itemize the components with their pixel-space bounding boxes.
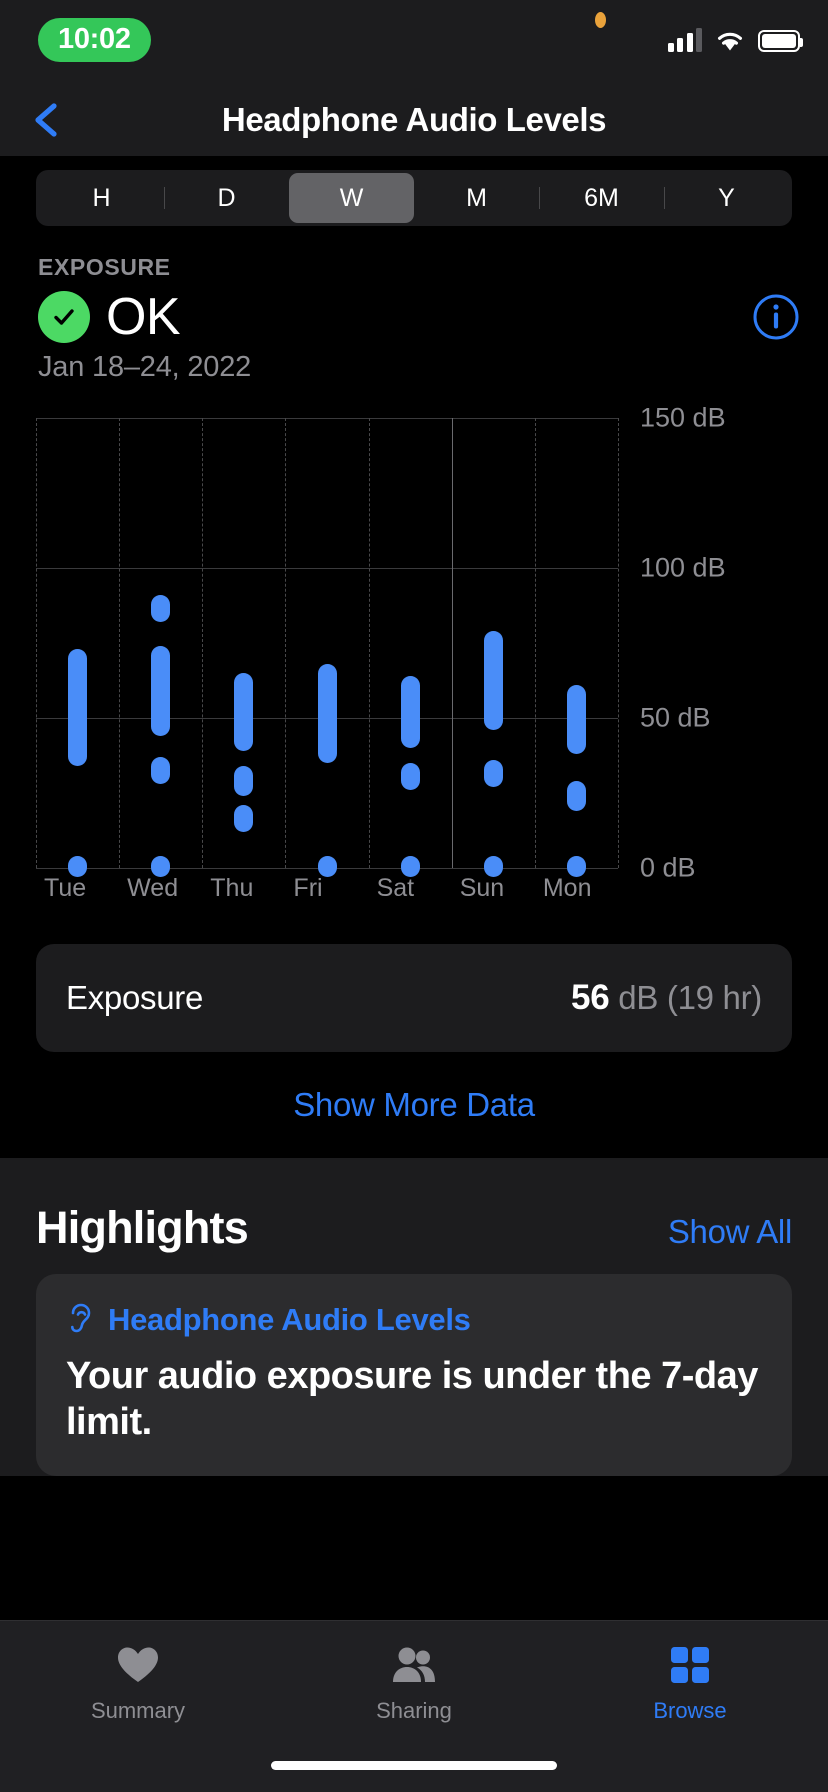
segment-six-month[interactable]: 6M [539,173,664,223]
chart-gridline [36,568,618,569]
exposure-status-value: OK [106,288,181,346]
ear-icon [66,1300,96,1339]
chart-bar [234,805,254,832]
tab-sharing-label: Sharing [376,1698,452,1723]
chart-day-divider [368,418,370,868]
chart-bar [151,595,171,622]
chart-day-divider [285,418,287,868]
time-range-segmented-control[interactable]: H D W M 6M Y [36,170,792,226]
exposure-card-value: 56 dB (19 hr) [571,978,762,1018]
chart-bar [566,685,586,754]
chart-bar [566,781,586,811]
chart-x-tick-label: Sat [376,874,415,902]
chart-y-tick-label: 150 dB [640,402,726,433]
segment-year[interactable]: Y [664,173,789,223]
cellular-signal-icon [667,28,702,52]
chart-day-divider [119,418,121,868]
chart-day-divider [202,418,204,868]
exposure-summary-card[interactable]: Exposure 56 dB (19 hr) [36,944,792,1052]
highlight-card-body: Your audio exposure is under the 7-day l… [66,1355,758,1444]
grid-icon [668,1645,712,1690]
tab-bar: Summary Sharing Browse [0,1620,828,1792]
exposure-card-number: 56 [571,978,610,1017]
scroll-content: H D W M 6M Y EXPOSURE OK Jan 18–24, 2022… [0,156,828,1476]
chart-bar [400,763,420,790]
segment-hour[interactable]: H [39,173,164,223]
chart-x-tick-label: Sun [459,874,505,902]
chart-bar [234,673,254,751]
status-bar: 10:02 [0,0,828,84]
chart-x-tick-label: Thu [210,874,254,902]
chart-gridline [36,418,618,419]
chart-y-tick-label: 50 dB [640,702,711,733]
chart-y-tick-label: 0 dB [640,852,696,883]
chart-date-range: Jan 18–24, 2022 [38,351,252,383]
highlight-card[interactable]: Headphone Audio Levels Your audio exposu… [36,1274,792,1476]
segment-month[interactable]: M [414,173,539,223]
recording-time-pill: 10:02 [38,18,151,62]
exposure-section-label: EXPOSURE [38,254,171,280]
show-more-data-button[interactable]: Show More Data [0,1086,828,1158]
chart-day-divider [451,418,453,868]
info-circle-icon[interactable] [752,293,800,341]
time-range-selector-wrap: H D W M 6M Y [0,156,828,226]
show-all-button[interactable]: Show All [668,1213,792,1251]
chart-bar [400,676,420,748]
chart-day-divider [534,418,536,868]
segment-week[interactable]: W [289,173,414,223]
tab-browse-label: Browse [653,1698,727,1723]
exposure-status-row: OK [38,287,828,347]
highlight-card-header: Headphone Audio Levels [66,1300,762,1339]
highlights-section: Highlights Show All Headphone Audio Leve… [0,1158,828,1476]
chart-plot-area [36,418,619,877]
chart-x-tick-label: Wed [127,874,179,902]
chart-bar [151,646,171,736]
home-indicator [271,1761,557,1770]
chart-bar [483,760,503,787]
page-title: Headphone Audio Levels [221,101,607,138]
chart-bar [317,664,337,763]
chart-bar [151,757,171,784]
tab-browse[interactable]: Browse [552,1645,828,1724]
highlight-card-title: Headphone Audio Levels [108,1301,471,1337]
tab-summary[interactable]: Summary [0,1645,276,1724]
tab-summary-label: Summary [90,1698,186,1723]
wifi-icon [715,29,745,52]
highlights-title: Highlights [36,1202,249,1253]
microphone-privacy-indicator-icon [595,12,606,28]
segment-day[interactable]: D [164,173,289,223]
highlights-header: Highlights Show All [36,1202,792,1254]
chart-day-divider [36,418,37,868]
exposure-card-unit: dB (19 hr) [618,979,762,1016]
people-icon [390,1645,438,1690]
battery-icon [758,30,803,52]
chart-x-tick-label: Mon [542,874,592,902]
headphone-audio-levels-chart[interactable]: 0 dB 50 dB 100 dB 150 dB Tue Wed Thu Fri Sat Sun M… [0,400,828,902]
chart-bar [234,766,254,796]
exposure-card-label: Exposure [66,979,204,1016]
tab-sharing[interactable]: Sharing [276,1645,552,1724]
chart-x-tick-label: Tue [44,874,87,902]
chart-y-tick-label: 100 dB [640,552,726,583]
checkmark-circle-icon [38,291,90,343]
chart-x-tick-label: Fri [293,874,323,902]
chart-bar [483,631,503,730]
status-bar-icons [667,28,803,52]
heart-icon [116,1645,160,1690]
chart-day-divider [618,418,619,868]
chart-bar [68,649,88,766]
navigation-bar: Headphone Audio Levels [0,84,828,156]
